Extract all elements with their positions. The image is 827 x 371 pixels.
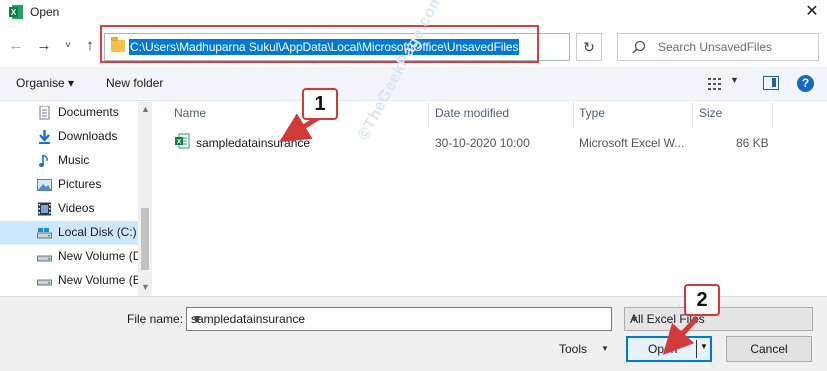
scrollbar-thumb[interactable] — [141, 208, 149, 270]
music-icon — [38, 154, 48, 167]
sidebar-item-documents[interactable]: Documents — [0, 102, 138, 125]
column-header-name[interactable]: Name — [174, 106, 206, 128]
chevron-down-icon[interactable]: ▼ — [191, 312, 608, 326]
recent-locations-button[interactable]: ˅ — [60, 37, 76, 55]
callout-1: 1 — [302, 88, 338, 120]
sidebar-item-label: Local Disk (C:) — [58, 225, 137, 239]
documents-icon — [39, 106, 50, 120]
sidebar-item-downloads[interactable]: Downloads — [0, 125, 138, 149]
drive-icon — [37, 228, 52, 239]
videos-icon — [38, 202, 51, 216]
scroll-up-icon[interactable]: ▲ — [141, 104, 150, 114]
sidebar-item-new-volume-e[interactable]: New Volume (E — [0, 269, 141, 293]
chevron-down-icon[interactable]: ▼ — [630, 314, 807, 324]
sidebar-item-label: Downloads — [58, 129, 118, 143]
column-separator[interactable] — [772, 102, 773, 128]
pictures-icon — [37, 179, 52, 191]
column-separator[interactable] — [428, 102, 429, 128]
window-title: Open — [30, 5, 60, 19]
up-button[interactable]: ↑ — [82, 37, 98, 55]
forward-button[interactable]: → — [36, 37, 52, 55]
file-name[interactable]: sampledatainsurance — [196, 136, 310, 150]
sidebar-item-label: Documents — [58, 105, 119, 119]
sidebar-item-label: Music — [58, 153, 90, 167]
open-dropdown-icon[interactable]: ▼ — [700, 342, 708, 351]
drive-icon — [37, 279, 52, 286]
command-bar: Organise ▾ New folder ▼ ? — [0, 67, 827, 101]
column-separator[interactable] — [573, 102, 574, 128]
excel-icon: X — [9, 5, 23, 19]
scroll-down-icon[interactable]: ▼ — [141, 282, 150, 292]
sidebar-item-music[interactable]: Music — [0, 149, 138, 173]
sidebar-scrollbar[interactable]: ▲ ▼ — [138, 102, 152, 296]
title-bar: X Open ✕ — [0, 0, 827, 26]
close-button[interactable]: ✕ — [797, 0, 827, 26]
search-icon — [632, 40, 646, 54]
search-input[interactable]: Search UnsavedFiles — [617, 33, 819, 61]
organise-button[interactable]: Organise ▾ — [16, 76, 74, 90]
file-size: 86 KB — [736, 136, 769, 150]
back-button[interactable]: ← — [8, 37, 24, 55]
preview-pane-icon[interactable] — [763, 76, 779, 90]
sidebar-item-new-volume-d[interactable]: New Volume (D — [0, 245, 142, 269]
downloads-icon — [39, 130, 50, 144]
column-header-date[interactable]: Date modified — [435, 106, 509, 128]
file-date: 30-10-2020 10:00 — [435, 136, 530, 150]
help-icon[interactable]: ? — [797, 75, 814, 92]
split-divider — [696, 340, 697, 358]
svg-text:X: X — [11, 8, 17, 17]
tools-dropdown-icon[interactable]: ▼ — [601, 344, 609, 353]
sidebar-item-label: New Volume (E — [58, 273, 141, 287]
file-name-input[interactable]: sampledatainsurance ▼ — [186, 307, 612, 331]
file-type: Microsoft Excel W... — [579, 136, 685, 150]
address-path[interactable]: C:\Users\Madhuparna Sukul\AppData\Local\… — [129, 39, 520, 55]
refresh-button[interactable]: ↻ — [576, 33, 602, 61]
sidebar-item-label: Videos — [58, 201, 95, 215]
sidebar-item-label: Pictures — [58, 177, 102, 191]
folder-icon — [111, 37, 125, 52]
sidebar-item-videos[interactable]: Videos — [0, 197, 138, 221]
address-bar[interactable]: C:\Users\Madhuparna Sukul\AppData\Local\… — [104, 33, 661, 61]
column-separator[interactable] — [692, 102, 693, 128]
excel-file-icon: X — [175, 133, 190, 149]
column-header-size[interactable]: Size — [699, 106, 722, 128]
drive-icon — [37, 255, 52, 262]
navigation-pane: Documents Downloads Music Pictures Video… — [0, 102, 152, 296]
search-placeholder: Search UnsavedFiles — [658, 40, 773, 54]
new-folder-button[interactable]: New folder — [106, 76, 163, 90]
sidebar-item-label: New Volume (D — [58, 249, 142, 263]
callout-2: 2 — [684, 284, 720, 316]
tools-button[interactable]: Tools — [559, 342, 587, 356]
sidebar-item-pictures[interactable]: Pictures — [0, 173, 138, 197]
svg-text:X: X — [177, 139, 182, 146]
column-header-type[interactable]: Type — [579, 106, 605, 128]
open-button-label: Open — [648, 342, 678, 356]
cancel-button[interactable]: Cancel — [726, 336, 812, 362]
file-name-label: File name: — [127, 312, 184, 326]
sidebar-item-local-disk-c[interactable]: Local Disk (C:) — [0, 221, 138, 245]
view-dropdown-icon[interactable]: ▼ — [730, 75, 739, 85]
view-options-icon[interactable] — [708, 77, 724, 91]
open-button[interactable]: Open ▼ — [626, 336, 712, 362]
